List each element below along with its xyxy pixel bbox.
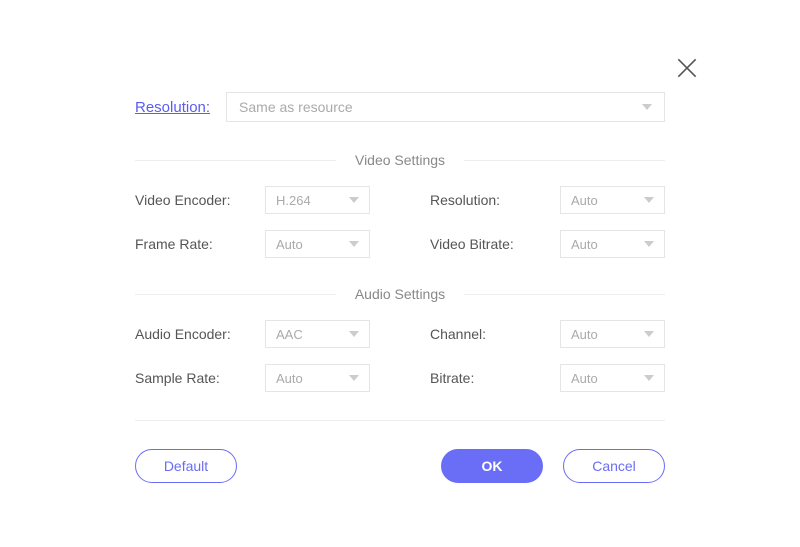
video-encoder-select[interactable]: H.264 [265,186,370,214]
audio-settings-grid: Audio Encoder: AAC Channel: Auto Sample … [135,320,665,392]
sample-rate-label: Sample Rate: [135,370,220,386]
video-bitrate-select[interactable]: Auto [560,230,665,258]
dialog-content: Resolution: Same as resource Video Setti… [135,92,665,483]
ok-button[interactable]: OK [441,449,543,483]
channel-label: Channel: [430,326,486,342]
frame-rate-label: Frame Rate: [135,236,213,252]
video-resolution-field: Resolution: Auto [430,186,665,214]
video-resolution-value: Auto [571,193,598,208]
settings-dialog: Resolution: Same as resource Video Setti… [0,0,800,547]
chevron-down-icon [644,331,654,337]
audio-bitrate-field: Bitrate: Auto [430,364,665,392]
chevron-down-icon [642,104,652,110]
chevron-down-icon [349,375,359,381]
video-bitrate-value: Auto [571,237,598,252]
video-bitrate-field: Video Bitrate: Auto [430,230,665,258]
chevron-down-icon [349,197,359,203]
frame-rate-value: Auto [276,237,303,252]
close-button[interactable] [674,55,700,86]
frame-rate-select[interactable]: Auto [265,230,370,258]
audio-encoder-value: AAC [276,327,303,342]
audio-encoder-label: Audio Encoder: [135,326,231,342]
default-button[interactable]: Default [135,449,237,483]
video-encoder-field: Video Encoder: H.264 [135,186,370,214]
video-resolution-select[interactable]: Auto [560,186,665,214]
resolution-link[interactable]: Resolution: [135,99,210,116]
channel-select[interactable]: Auto [560,320,665,348]
audio-bitrate-select[interactable]: Auto [560,364,665,392]
channel-field: Channel: Auto [430,320,665,348]
cancel-button[interactable]: Cancel [563,449,665,483]
resolution-main-select[interactable]: Same as resource [226,92,665,122]
resolution-main-value: Same as resource [239,99,353,115]
close-icon [674,68,700,85]
sample-rate-value: Auto [276,371,303,386]
audio-bitrate-value: Auto [571,371,598,386]
audio-settings-heading: Audio Settings [135,286,665,302]
divider [135,420,665,421]
video-settings-heading: Video Settings [135,152,665,168]
video-encoder-value: H.264 [276,193,311,208]
chevron-down-icon [349,241,359,247]
audio-encoder-select[interactable]: AAC [265,320,370,348]
sample-rate-field: Sample Rate: Auto [135,364,370,392]
video-resolution-label: Resolution: [430,192,500,208]
chevron-down-icon [644,241,654,247]
video-settings-grid: Video Encoder: H.264 Resolution: Auto Fr… [135,186,665,258]
chevron-down-icon [644,375,654,381]
frame-rate-field: Frame Rate: Auto [135,230,370,258]
sample-rate-select[interactable]: Auto [265,364,370,392]
button-row: Default OK Cancel [135,449,665,483]
chevron-down-icon [644,197,654,203]
video-bitrate-label: Video Bitrate: [430,236,514,252]
chevron-down-icon [349,331,359,337]
video-encoder-label: Video Encoder: [135,192,230,208]
audio-encoder-field: Audio Encoder: AAC [135,320,370,348]
audio-bitrate-label: Bitrate: [430,370,474,386]
top-resolution-row: Resolution: Same as resource [135,92,665,122]
channel-value: Auto [571,327,598,342]
